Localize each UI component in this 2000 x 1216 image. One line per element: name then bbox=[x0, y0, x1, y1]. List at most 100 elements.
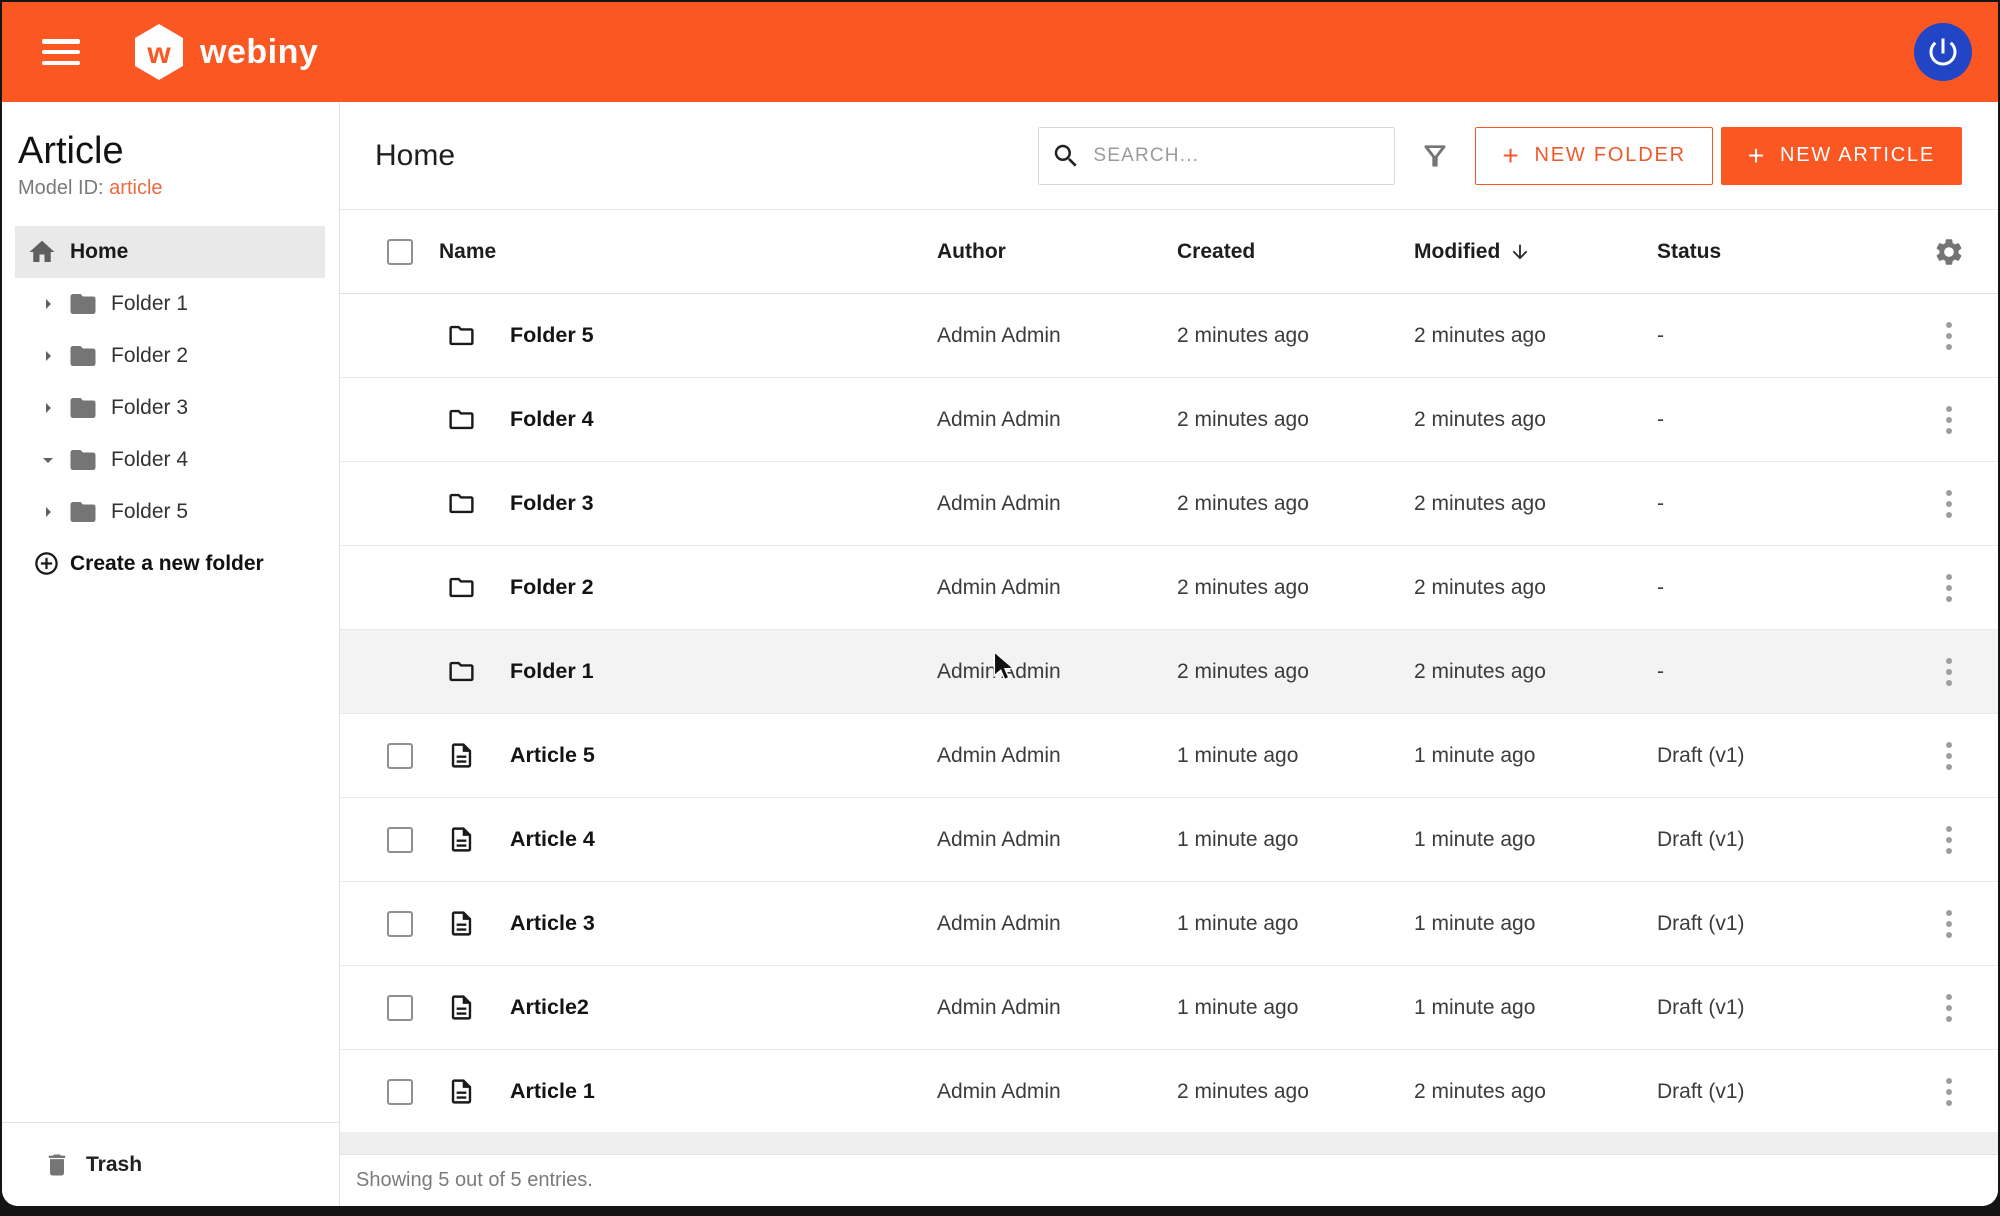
sidebar-folder-label: Folder 3 bbox=[111, 396, 188, 420]
column-header-name[interactable]: Name bbox=[415, 240, 937, 264]
table-row[interactable]: Article 3 Admin Admin 1 minute ago 1 min… bbox=[340, 882, 1998, 966]
chevron-right-icon[interactable] bbox=[36, 344, 60, 368]
column-header-author[interactable]: Author bbox=[937, 240, 1177, 264]
row-menu-kebab-icon[interactable] bbox=[1940, 904, 1958, 944]
new-folder-button[interactable]: + NEW FOLDER bbox=[1475, 127, 1713, 185]
table-row[interactable]: Article 4 Admin Admin 1 minute ago 1 min… bbox=[340, 798, 1998, 882]
row-menu-kebab-icon[interactable] bbox=[1940, 1072, 1958, 1112]
folder-icon bbox=[68, 445, 98, 475]
row-name[interactable]: Folder 4 bbox=[510, 407, 937, 432]
row-name[interactable]: Folder 1 bbox=[510, 659, 937, 684]
row-author: Admin Admin bbox=[937, 324, 1177, 348]
sidebar-folder-item[interactable]: Folder 4 bbox=[2, 434, 339, 486]
row-menu-kebab-icon[interactable] bbox=[1940, 736, 1958, 776]
row-menu-kebab-icon[interactable] bbox=[1940, 568, 1958, 608]
row-author: Admin Admin bbox=[937, 1080, 1177, 1104]
column-header-created[interactable]: Created bbox=[1177, 240, 1414, 264]
row-status: Draft (v1) bbox=[1657, 912, 1900, 936]
plus-icon: + bbox=[1502, 142, 1520, 170]
table-row[interactable]: Folder 4 Admin Admin 2 minutes ago 2 min… bbox=[340, 378, 1998, 462]
sidebar-folder-item[interactable]: Folder 2 bbox=[2, 330, 339, 382]
row-modified: 2 minutes ago bbox=[1414, 492, 1657, 516]
app-window: w webiny Article Model ID: article Home bbox=[2, 2, 1998, 1206]
row-name[interactable]: Article2 bbox=[510, 995, 937, 1020]
new-folder-label: NEW FOLDER bbox=[1534, 144, 1685, 167]
row-name[interactable]: Folder 5 bbox=[510, 323, 937, 348]
table-row[interactable]: Article 1 Admin Admin 2 minutes ago 2 mi… bbox=[340, 1050, 1998, 1134]
sidebar-folder-item[interactable]: Folder 5 bbox=[2, 486, 339, 538]
table-row[interactable]: Article 5 Admin Admin 1 minute ago 1 min… bbox=[340, 714, 1998, 798]
table-row[interactable]: Article2 Admin Admin 1 minute ago 1 minu… bbox=[340, 966, 1998, 1050]
row-modified: 2 minutes ago bbox=[1414, 660, 1657, 684]
sidebar: Article Model ID: article Home Folder 1 bbox=[2, 102, 340, 1206]
home-icon bbox=[27, 237, 57, 267]
row-menu-kebab-icon[interactable] bbox=[1940, 484, 1958, 524]
folder-icon bbox=[68, 289, 98, 319]
sidebar-folder-item[interactable]: Folder 3 bbox=[2, 382, 339, 434]
table-row[interactable]: Folder 2 Admin Admin 2 minutes ago 2 min… bbox=[340, 546, 1998, 630]
search-input[interactable] bbox=[1093, 145, 1382, 167]
row-checkbox[interactable] bbox=[387, 995, 413, 1021]
row-name[interactable]: Folder 2 bbox=[510, 575, 937, 600]
user-avatar[interactable] bbox=[1914, 23, 1972, 81]
select-all-checkbox[interactable] bbox=[387, 239, 413, 265]
model-id-label: Model ID: bbox=[18, 177, 104, 199]
folder-tree: Folder 1 Folder 2 Folder 3 Folder 4 Fold… bbox=[2, 278, 339, 538]
sidebar-folder-label: Folder 2 bbox=[111, 344, 188, 368]
row-name[interactable]: Article 4 bbox=[510, 827, 937, 852]
table-header: Name Author Created Modified Status bbox=[340, 210, 1998, 294]
row-author: Admin Admin bbox=[937, 744, 1177, 768]
row-menu-kebab-icon[interactable] bbox=[1940, 652, 1958, 692]
sidebar-item-trash[interactable]: Trash bbox=[2, 1122, 339, 1206]
row-name[interactable]: Folder 3 bbox=[510, 491, 937, 516]
table-row[interactable]: Folder 1 Admin Admin 2 minutes ago 2 min… bbox=[340, 630, 1998, 714]
table-row[interactable]: Folder 3 Admin Admin 2 minutes ago 2 min… bbox=[340, 462, 1998, 546]
create-folder-button[interactable]: Create a new folder bbox=[2, 550, 339, 577]
row-modified: 2 minutes ago bbox=[1414, 408, 1657, 432]
row-checkbox[interactable] bbox=[387, 827, 413, 853]
row-menu-kebab-icon[interactable] bbox=[1940, 316, 1958, 356]
row-modified: 1 minute ago bbox=[1414, 912, 1657, 936]
sort-desc-arrow-icon bbox=[1509, 241, 1531, 263]
row-menu-kebab-icon[interactable] bbox=[1940, 820, 1958, 860]
filter-button[interactable] bbox=[1419, 140, 1451, 172]
column-header-modified[interactable]: Modified bbox=[1414, 240, 1657, 264]
chevron-right-icon[interactable] bbox=[36, 292, 60, 316]
sidebar-item-home[interactable]: Home bbox=[15, 226, 325, 278]
document-icon bbox=[447, 825, 476, 854]
document-icon bbox=[447, 909, 476, 938]
horizontal-scroll-area[interactable] bbox=[340, 1132, 1998, 1154]
row-modified: 2 minutes ago bbox=[1414, 576, 1657, 600]
row-modified: 2 minutes ago bbox=[1414, 1080, 1657, 1104]
row-author: Admin Admin bbox=[937, 912, 1177, 936]
row-menu-kebab-icon[interactable] bbox=[1940, 988, 1958, 1028]
row-status: Draft (v1) bbox=[1657, 1080, 1900, 1104]
row-status: - bbox=[1657, 576, 1900, 600]
menu-hamburger-icon[interactable] bbox=[42, 39, 80, 65]
main-panel: Home + NEW FOLDER bbox=[340, 102, 1998, 1206]
row-checkbox[interactable] bbox=[387, 911, 413, 937]
row-name[interactable]: Article 5 bbox=[510, 743, 937, 768]
table-footer: Showing 5 out of 5 entries. bbox=[340, 1154, 1998, 1206]
row-status: - bbox=[1657, 324, 1900, 348]
chevron-down-icon[interactable] bbox=[36, 448, 60, 472]
row-name[interactable]: Article 3 bbox=[510, 911, 937, 936]
power-icon bbox=[1925, 34, 1961, 70]
table-settings-gear-icon[interactable] bbox=[1933, 236, 1965, 268]
table-body: Folder 5 Admin Admin 2 minutes ago 2 min… bbox=[340, 294, 1998, 1132]
row-menu-kebab-icon[interactable] bbox=[1940, 400, 1958, 440]
search-box[interactable] bbox=[1038, 127, 1395, 185]
folder-icon bbox=[447, 573, 476, 602]
column-header-status[interactable]: Status bbox=[1657, 240, 1900, 264]
sidebar-folder-item[interactable]: Folder 1 bbox=[2, 278, 339, 330]
row-created: 2 minutes ago bbox=[1177, 492, 1414, 516]
table-row[interactable]: Folder 5 Admin Admin 2 minutes ago 2 min… bbox=[340, 294, 1998, 378]
row-name[interactable]: Article 1 bbox=[510, 1079, 937, 1104]
row-checkbox[interactable] bbox=[387, 1079, 413, 1105]
new-article-button[interactable]: + NEW ARTICLE bbox=[1721, 127, 1962, 185]
chevron-right-icon[interactable] bbox=[36, 396, 60, 420]
row-checkbox[interactable] bbox=[387, 743, 413, 769]
row-author: Admin Admin bbox=[937, 492, 1177, 516]
chevron-right-icon[interactable] bbox=[36, 500, 60, 524]
webiny-logo[interactable]: w webiny bbox=[132, 23, 318, 81]
